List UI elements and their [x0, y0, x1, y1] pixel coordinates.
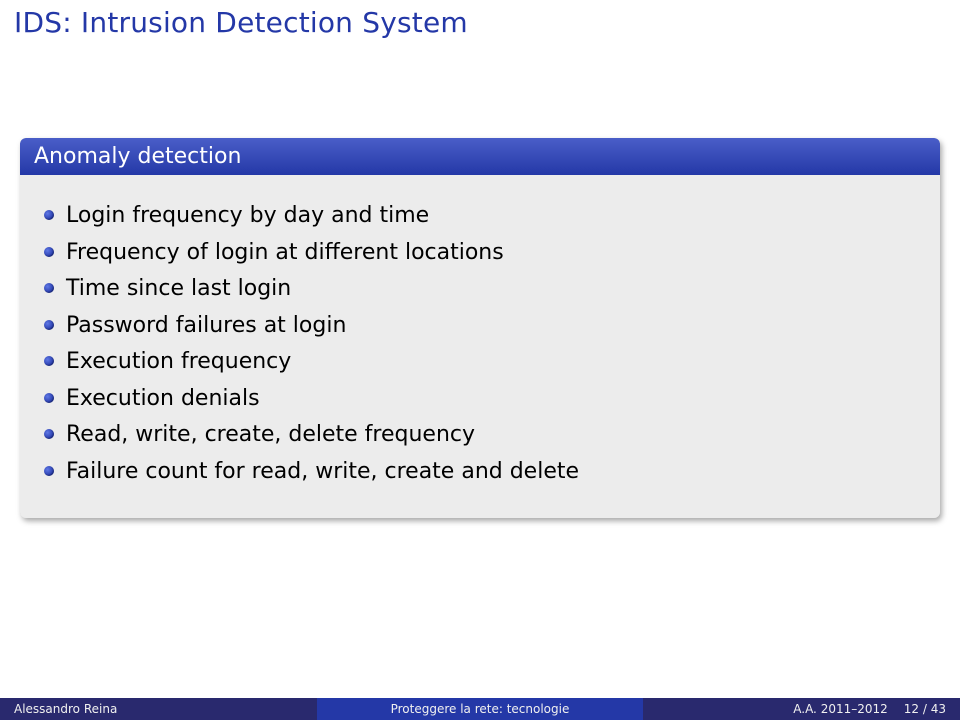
slide-title: IDS: Intrusion Detection System: [14, 6, 468, 39]
footer-author-label: Alessandro Reina: [14, 702, 117, 716]
list-item: Execution denials: [40, 385, 920, 413]
list-item: Time since last login: [40, 275, 920, 303]
list-item-label: Execution denials: [66, 386, 260, 411]
bullet-icon: [44, 356, 54, 366]
bullet-icon: [44, 283, 54, 293]
list-item-label: Login frequency by day and time: [66, 203, 429, 228]
footer-author: Alessandro Reina: [0, 698, 317, 720]
box-header: Anomaly detection: [20, 138, 940, 175]
list-item: Frequency of login at different location…: [40, 239, 920, 267]
list-item: Read, write, create, delete frequency: [40, 421, 920, 449]
list-item: Execution frequency: [40, 348, 920, 376]
footer-page-label: 12 / 43: [904, 702, 946, 716]
list-item: Login frequency by day and time: [40, 202, 920, 230]
slide: IDS: Intrusion Detection System Anomaly …: [0, 0, 960, 720]
list-item-label: Password failures at login: [66, 313, 346, 338]
footer-title: Proteggere la rete: tecnologie: [317, 698, 643, 720]
footer-right: A.A. 2011–2012 12 / 43: [643, 698, 960, 720]
box-body: Login frequency by day and time Frequenc…: [20, 175, 940, 518]
bullet-icon: [44, 320, 54, 330]
bullet-icon: [44, 429, 54, 439]
footer-bar: Alessandro Reina Proteggere la rete: tec…: [0, 698, 960, 720]
list-item-label: Time since last login: [66, 276, 291, 301]
footer-title-label: Proteggere la rete: tecnologie: [391, 702, 570, 716]
list-item-label: Failure count for read, write, create an…: [66, 459, 579, 484]
bullet-icon: [44, 393, 54, 403]
list-item: Failure count for read, write, create an…: [40, 458, 920, 486]
bullet-list: Login frequency by day and time Frequenc…: [40, 202, 920, 485]
bullet-icon: [44, 210, 54, 220]
footer-term-label: A.A. 2011–2012: [793, 702, 888, 716]
bullet-icon: [44, 466, 54, 476]
list-item: Password failures at login: [40, 312, 920, 340]
list-item-label: Read, write, create, delete frequency: [66, 422, 475, 447]
content-box: Anomaly detection Login frequency by day…: [20, 138, 940, 518]
list-item-label: Execution frequency: [66, 349, 291, 374]
list-item-label: Frequency of login at different location…: [66, 240, 504, 265]
bullet-icon: [44, 247, 54, 257]
